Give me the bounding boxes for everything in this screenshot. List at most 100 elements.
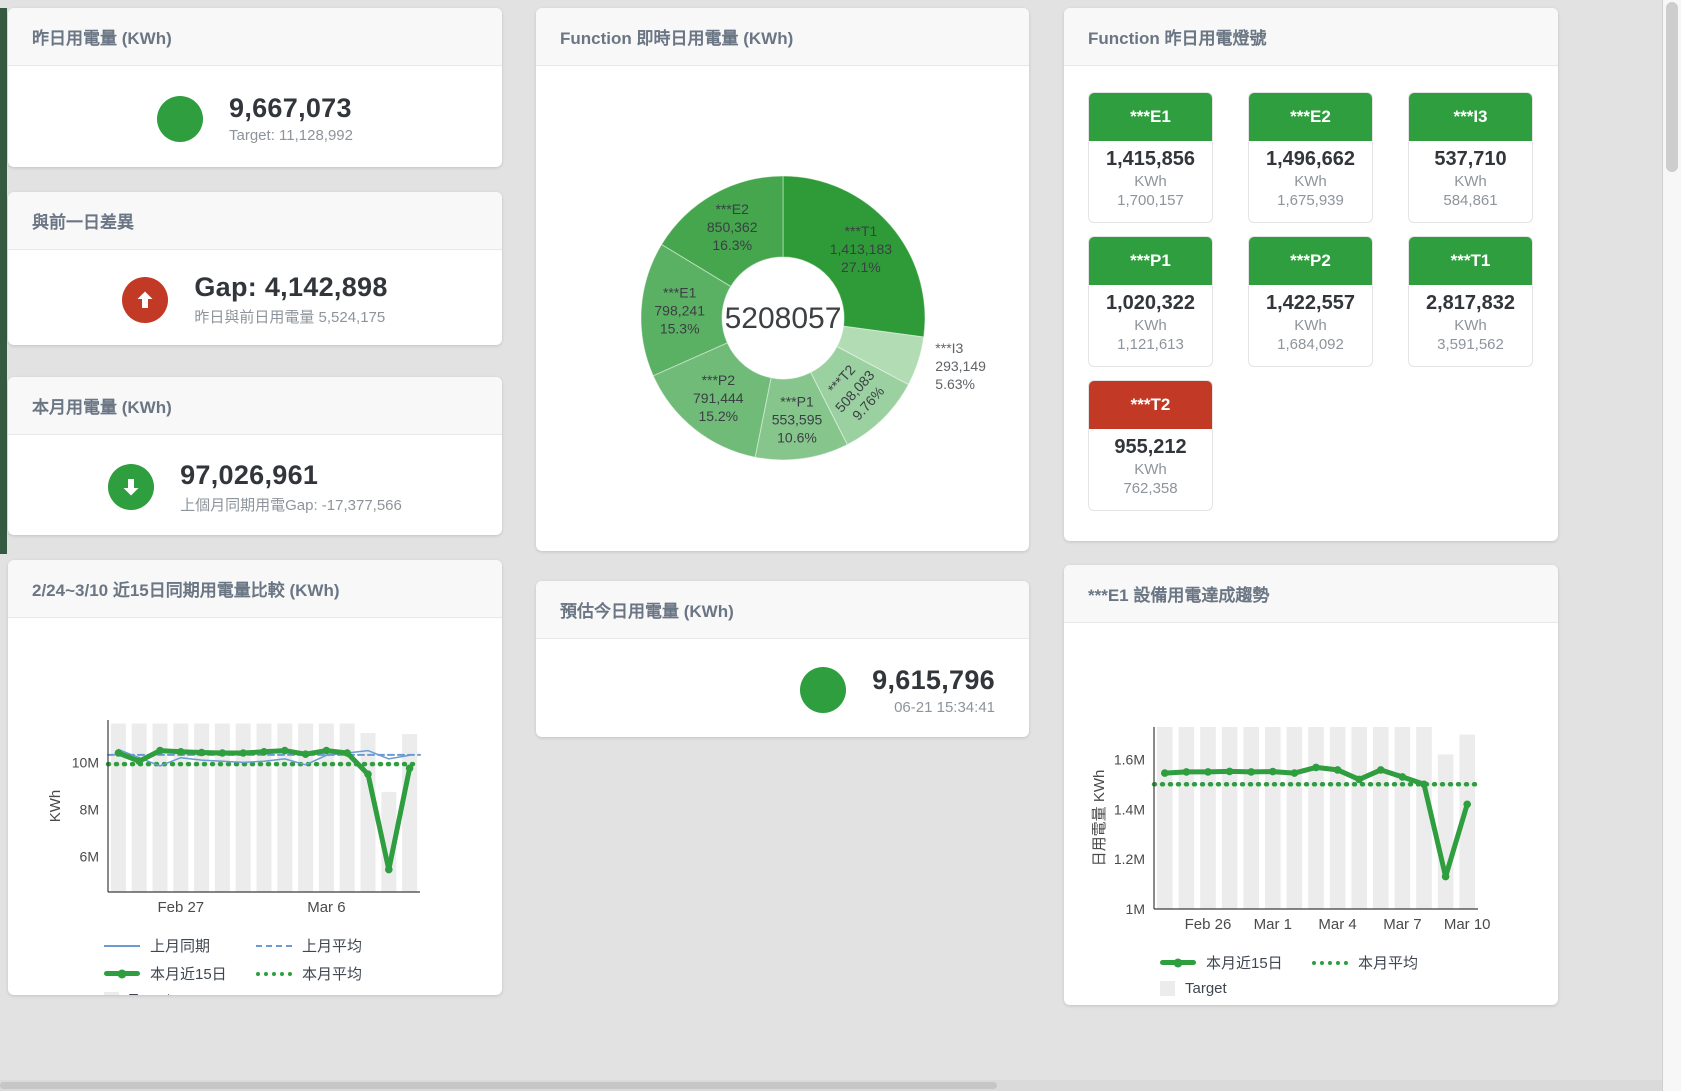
tile-value: 1,415,856 xyxy=(1089,148,1212,171)
status-circle-icon xyxy=(157,96,203,142)
panel-title: 本月用電量 (KWh) xyxy=(8,377,502,435)
legend-swatch-icon xyxy=(104,945,140,947)
svg-text:Mar 4: Mar 4 xyxy=(1318,916,1356,933)
legend-item[interactable]: 上月平均 xyxy=(256,935,408,956)
legend-item[interactable]: Target xyxy=(1160,980,1312,997)
status-tile-grid: ***E11,415,856KWh1,700,157***E21,496,662… xyxy=(1064,66,1558,537)
status-tile: ***E11,415,856KWh1,700,157 xyxy=(1088,92,1213,223)
svg-text:1.4M: 1.4M xyxy=(1114,801,1145,817)
tile-target-value: 1,700,157 xyxy=(1089,192,1212,209)
panel-title: 昨日用電量 (KWh) xyxy=(8,8,502,66)
tile-unit: KWh xyxy=(1409,317,1532,334)
legend-item[interactable]: 本月近15日 xyxy=(104,963,256,984)
panel-e1-trend: ***E1 設備用電達成趨勢 1M 1.2M 1.4M 1.6M Feb 26 Mar 1… xyxy=(1064,565,1558,1005)
tile-body: 1,020,322 KWh 1,121,613 xyxy=(1089,285,1212,353)
trend-chart-legend: 本月近15日 本月平均 Target xyxy=(1160,952,1480,997)
tile-body: 1,415,856KWh1,700,157 xyxy=(1089,141,1212,209)
legend-swatch-icon xyxy=(1312,961,1348,965)
yesterday-usage-target: Target: 11,128,992 xyxy=(229,127,353,144)
svg-text:KWh: KWh xyxy=(47,790,64,823)
panel-today-estimate: 預估今日用電量 (KWh) 9,615,796 06-21 15:34:41 xyxy=(536,581,1029,737)
compare-chart-legend: 上月同期 上月平均本月近15日 本月平均 Target xyxy=(104,935,424,995)
panel-title: ***E1 設備用電達成趨勢 xyxy=(1064,565,1558,623)
tile-unit: KWh xyxy=(1409,173,1532,190)
tile-status-header: ***P1 xyxy=(1089,237,1212,285)
panel-title: 與前一日差異 xyxy=(8,192,502,250)
status-tile: ***T2955,212KWh762,358 xyxy=(1088,380,1213,511)
panel-status-lights: Function 昨日用電燈號 ***E11,415,856KWh1,700,1… xyxy=(1064,8,1558,541)
legend-swatch-icon xyxy=(104,992,119,995)
tile-target-value: 1,121,613 xyxy=(1089,336,1212,353)
tile-value: 2,817,832 xyxy=(1409,292,1532,315)
svg-text:1.2M: 1.2M xyxy=(1114,851,1145,867)
svg-text:6M: 6M xyxy=(80,849,99,865)
legend-label: Target xyxy=(129,991,171,995)
svg-text:1.6M: 1.6M xyxy=(1114,751,1145,767)
month-usage-value: 97,026,961 xyxy=(180,460,402,491)
sidebar-edge-strip xyxy=(0,8,7,554)
tile-target-value: 762,358 xyxy=(1089,480,1212,497)
legend-swatch-icon xyxy=(256,972,292,976)
tile-status-header: ***E1 xyxy=(1089,93,1212,141)
estimate-timestamp: 06-21 15:34:41 xyxy=(872,699,995,716)
day-gap-value: Gap: 4,142,898 xyxy=(194,272,387,303)
tile-unit: KWh xyxy=(1089,461,1212,478)
svg-text:日用電量 KWh: 日用電量 KWh xyxy=(1091,770,1108,867)
tile-status-header: ***P2 xyxy=(1249,237,1372,285)
realtime-usage-donut-chart: ***T11,413,18327.1%***I3293,1495.63%***T… xyxy=(536,66,1029,551)
tile-value: 1,422,557 xyxy=(1249,292,1372,315)
scrollbar-thumb[interactable] xyxy=(1666,2,1678,172)
panel-title: Function 即時日用電量 (KWh) xyxy=(536,8,1029,66)
tile-target-value: 1,675,939 xyxy=(1249,192,1372,209)
tile-target-value: 584,861 xyxy=(1409,192,1532,209)
legend-item[interactable]: Target xyxy=(104,991,256,995)
tile-body: 1,496,662KWh1,675,939 xyxy=(1249,141,1372,209)
trend-line-chart: 1M 1.2M 1.4M 1.6M Feb 26 Mar 1 Mar 4 Mar 7 Mar 1… xyxy=(1088,721,1518,937)
compare-line-chart: 6M8M10MFeb 27Mar 6KWh xyxy=(44,714,464,920)
svg-text:Feb 26: Feb 26 xyxy=(1185,916,1232,933)
legend-swatch-icon xyxy=(104,971,140,976)
svg-text:Feb 27: Feb 27 xyxy=(157,899,204,916)
svg-text:Mar 1: Mar 1 xyxy=(1254,916,1292,933)
panel-realtime-donut: Function 即時日用電量 (KWh) ***T11,413,18327.1… xyxy=(536,8,1029,551)
panel-month-usage: 本月用電量 (KWh) 97,026,961 上個月同期用電Gap: -17,3… xyxy=(8,377,502,535)
tile-value: 1,020,322 xyxy=(1089,292,1212,315)
day-gap-sub: 昨日與前日用電量 5,524,175 xyxy=(194,306,387,327)
panel-yesterday-usage: 昨日用電量 (KWh) 9,667,073 Target: 11,128,992 xyxy=(8,8,502,167)
legend-item[interactable]: 本月平均 xyxy=(256,963,408,984)
svg-text:Mar 10: Mar 10 xyxy=(1444,916,1491,933)
vertical-scrollbar[interactable] xyxy=(1662,0,1681,1091)
legend-item[interactable]: 本月平均 xyxy=(1312,952,1464,973)
scrollbar-thumb[interactable] xyxy=(0,1082,997,1089)
legend-swatch-icon xyxy=(256,945,292,947)
horizontal-scrollbar[interactable] xyxy=(0,1080,1662,1091)
panel-day-gap: 與前一日差異 Gap: 4,142,898 昨日與前日用電量 5,524,175 xyxy=(8,192,502,345)
tile-status-header: ***T1 xyxy=(1409,237,1532,285)
legend-swatch-icon xyxy=(1160,981,1175,996)
panel-title: Function 昨日用電燈號 xyxy=(1064,8,1558,66)
status-circle-icon xyxy=(800,667,846,713)
legend-item[interactable]: 本月近15日 xyxy=(1160,952,1312,973)
tile-body: 1,422,557KWh1,684,092 xyxy=(1249,285,1372,353)
svg-text:8M: 8M xyxy=(80,802,99,818)
svg-text:5208057: 5208057 xyxy=(725,302,842,335)
month-usage-gap: 上個月同期用電Gap: -17,377,566 xyxy=(180,494,402,515)
panel-15day-compare: 2/24~3/10 近15日同期用電量比較 (KWh) 6M8M10MFeb 2… xyxy=(8,560,502,995)
status-tile: ***E21,496,662KWh1,675,939 xyxy=(1248,92,1373,223)
legend-label: 上月同期 xyxy=(150,935,210,956)
legend-label: 本月平均 xyxy=(302,963,362,984)
yesterday-usage-value: 9,667,073 xyxy=(229,93,353,124)
status-tile: ***T12,817,832KWh3,591,562 xyxy=(1408,236,1533,367)
svg-text:1M: 1M xyxy=(1126,901,1145,917)
tile-value: 537,710 xyxy=(1409,148,1532,171)
tile-body: 2,817,832KWh3,591,562 xyxy=(1409,285,1532,353)
svg-text:Mar 7: Mar 7 xyxy=(1383,916,1421,933)
tile-unit: KWh xyxy=(1089,317,1212,334)
legend-label: 本月近15日 xyxy=(1206,952,1283,973)
tile-status-header: ***T2 xyxy=(1089,381,1212,429)
legend-label: 本月平均 xyxy=(1358,952,1418,973)
panel-title: 預估今日用電量 (KWh) xyxy=(536,581,1029,639)
tile-body: 955,212KWh762,358 xyxy=(1089,429,1212,497)
tile-status-header: ***I3 xyxy=(1409,93,1532,141)
legend-item[interactable]: 上月同期 xyxy=(104,935,256,956)
